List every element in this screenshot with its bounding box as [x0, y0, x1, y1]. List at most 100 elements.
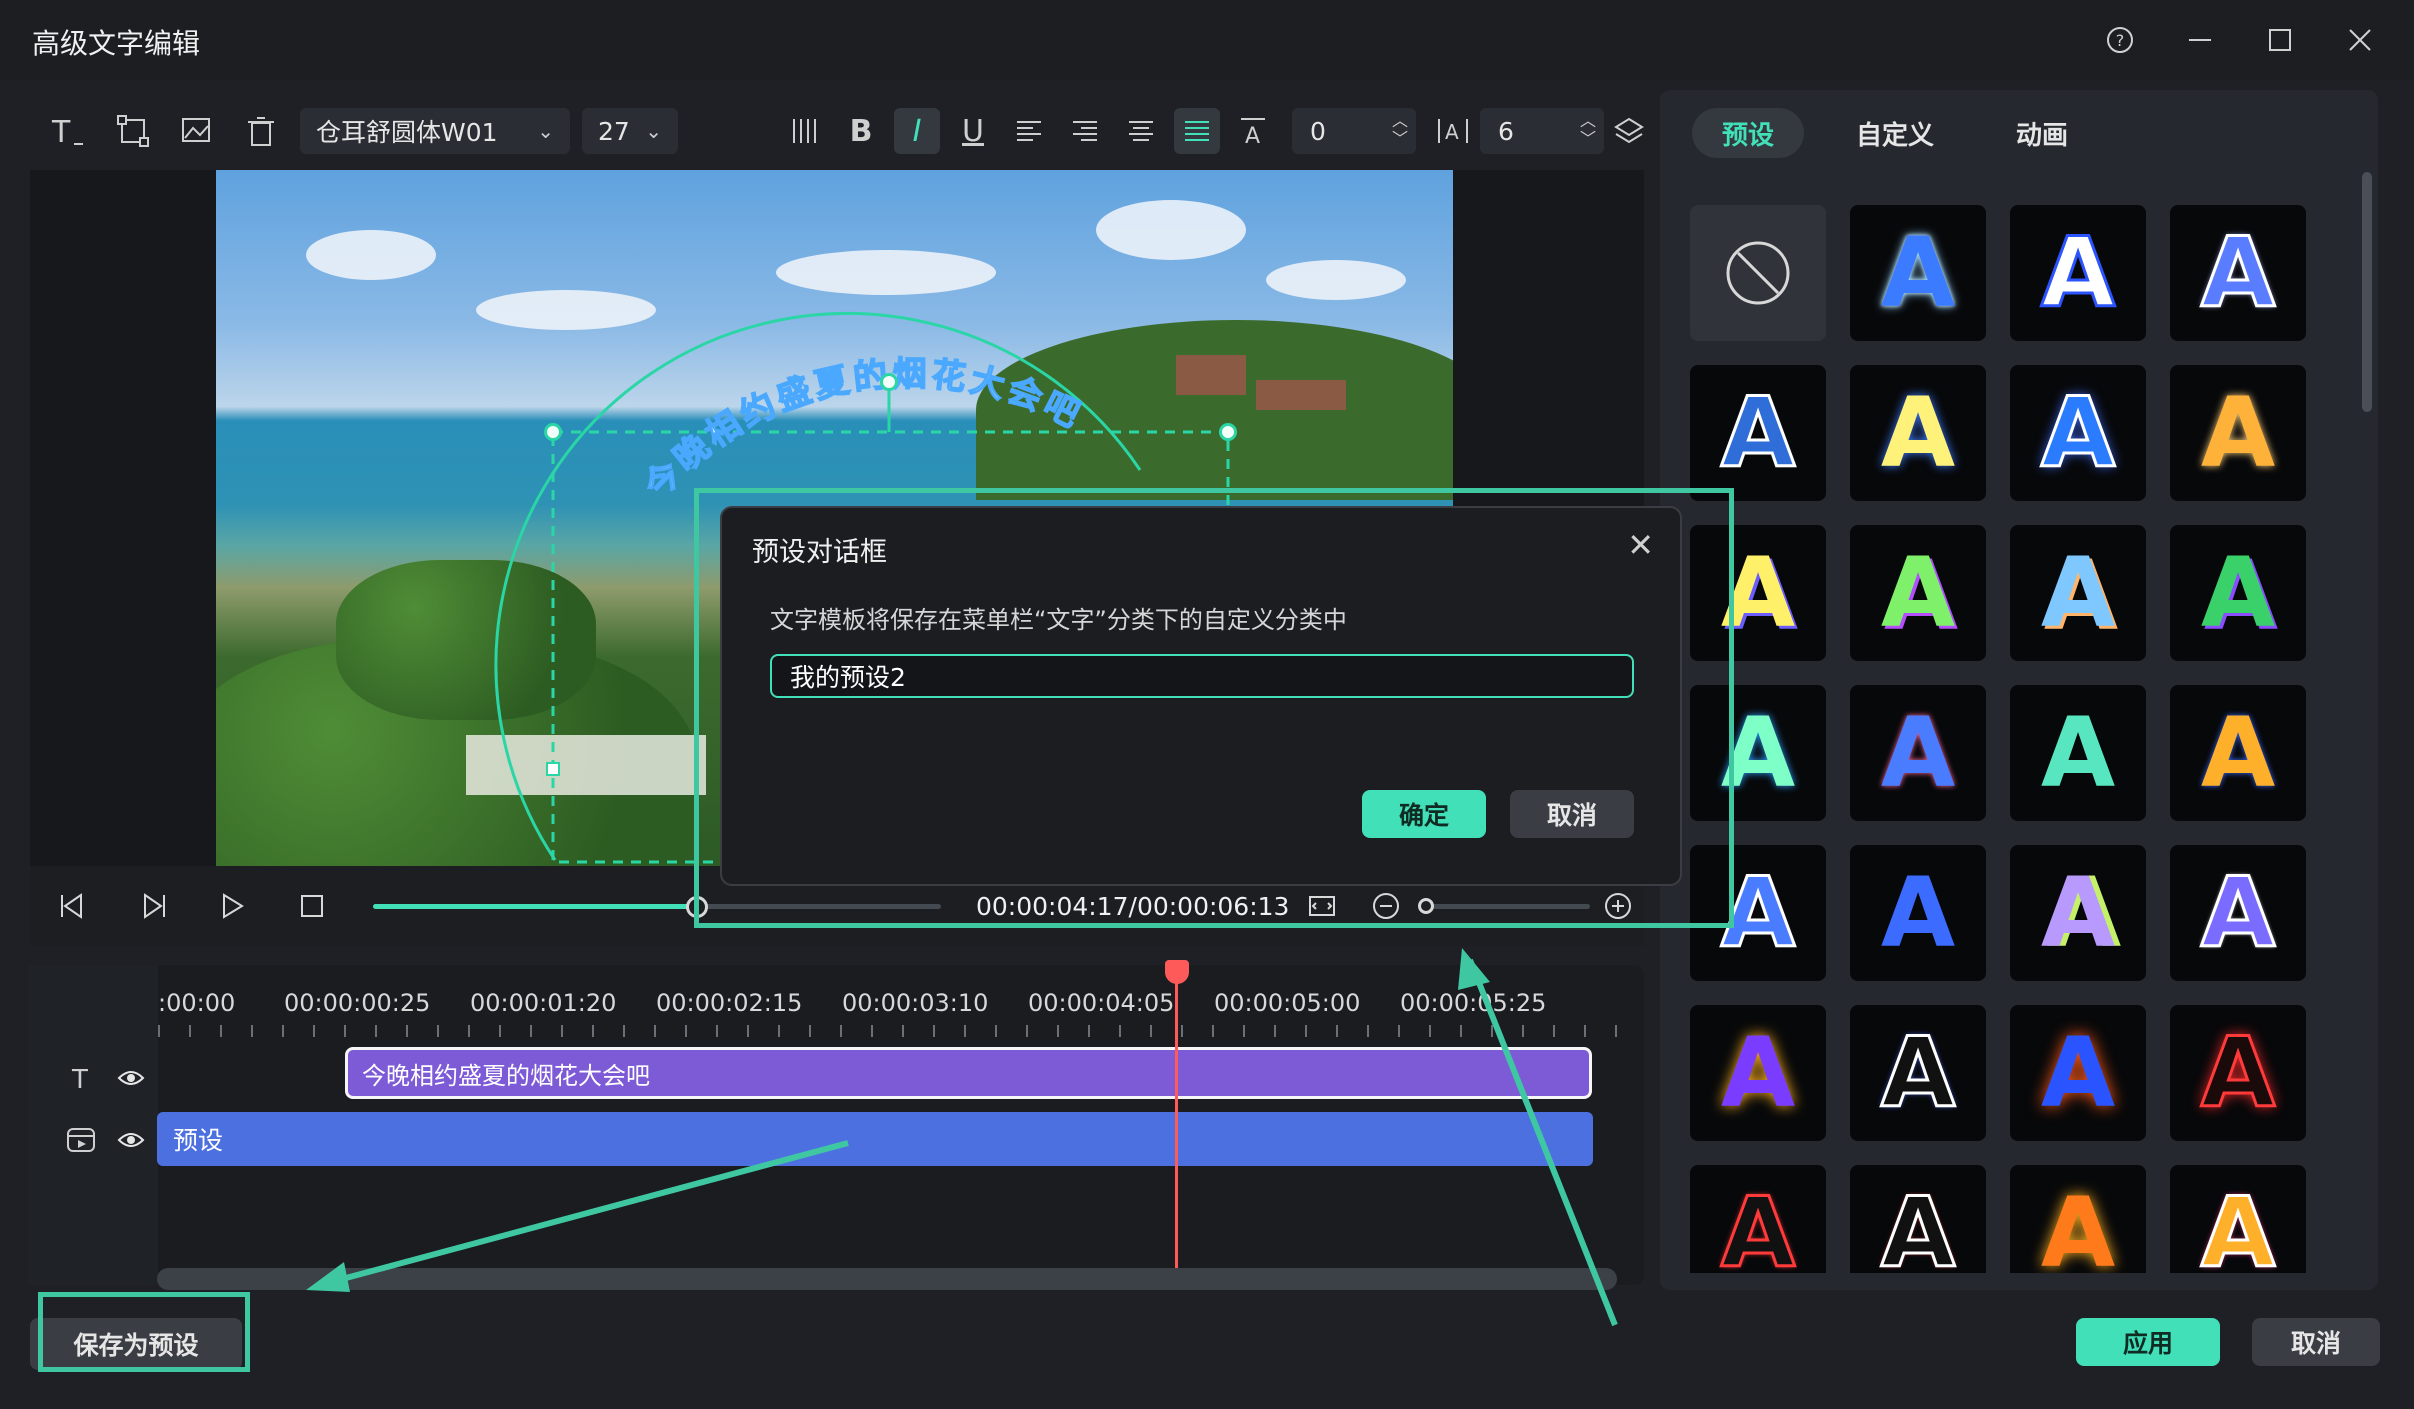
preset-style-thumbnail[interactable]: A [1850, 205, 1986, 341]
preset-style-thumbnail[interactable]: A [2010, 1165, 2146, 1273]
resort-building [1256, 380, 1346, 410]
align-right-icon[interactable] [1062, 108, 1108, 154]
preset-style-thumbnail[interactable]: A [1850, 365, 1986, 501]
preset-style-thumbnail[interactable]: A [1850, 525, 1986, 661]
ruler-tick [158, 1025, 160, 1037]
preset-style-thumbnail[interactable]: A [1850, 1165, 1986, 1273]
close-icon[interactable] [2338, 18, 2382, 62]
ruler-tick [1119, 1025, 1121, 1037]
dialog-close-icon[interactable]: ✕ [1627, 526, 1654, 564]
timeline-scrollbar[interactable] [157, 1268, 1617, 1290]
ruler-label: 00:00:05:00 [1214, 989, 1361, 1017]
midpoint-handle[interactable] [546, 762, 560, 776]
align-left-icon[interactable] [1006, 108, 1052, 154]
preset-style-thumbnail[interactable]: A [2010, 365, 2146, 501]
preset-style-thumbnail[interactable]: A [1850, 1005, 1986, 1141]
align-justify-icon[interactable] [1174, 108, 1220, 154]
preset-letter-icon: A [2040, 857, 2116, 969]
align-center-icon[interactable] [1118, 108, 1164, 154]
ruler-tick [437, 1025, 439, 1037]
ruler-tick [1057, 1025, 1059, 1037]
prev-frame-icon[interactable] [52, 886, 92, 926]
preset-style-thumbnail[interactable]: A [2010, 525, 2146, 661]
ruler-tick [747, 1025, 749, 1037]
playhead-handle[interactable] [1165, 960, 1189, 984]
stop-icon[interactable] [292, 886, 332, 926]
preset-letter-icon: A [1880, 857, 1956, 969]
line-spacing-stepper[interactable]: 6 ︿ ﹀ [1480, 108, 1604, 154]
ruler-label: 00:00:05:25 [1400, 989, 1547, 1017]
ruler-tick [375, 1025, 377, 1037]
preset-style-thumbnail[interactable]: A [2170, 685, 2306, 821]
italic-icon[interactable]: I [894, 108, 940, 154]
preset-style-thumbnail[interactable]: A [1690, 1005, 1826, 1141]
preset-style-thumbnail[interactable]: A [2170, 365, 2306, 501]
preset-clip[interactable]: 预设 [157, 1112, 1593, 1166]
preset-scrollbar[interactable] [2362, 172, 2372, 412]
preset-style-thumbnail[interactable]: A [2170, 525, 2306, 661]
line-spacing-icon: A [1430, 108, 1476, 154]
apply-button[interactable]: 应用 [2076, 1318, 2220, 1366]
preset-letter-icon: A [2200, 537, 2276, 649]
rotate-handle[interactable] [880, 373, 898, 391]
cloud [776, 250, 996, 295]
preset-style-thumbnail[interactable]: A [2010, 685, 2146, 821]
ruler-tick [1398, 1025, 1400, 1037]
help-icon[interactable]: ? [2098, 18, 2142, 62]
preset-style-thumbnail[interactable]: A [1690, 1165, 1826, 1273]
play-icon[interactable] [212, 886, 252, 926]
transform-icon[interactable] [110, 108, 156, 154]
preset-letter-icon: A [2039, 376, 2116, 491]
preset-style-thumbnail[interactable]: A [2170, 1165, 2306, 1273]
preset-style-thumbnail[interactable]: A [2010, 205, 2146, 341]
svg-text:A: A [1245, 124, 1260, 147]
tab-presets[interactable]: 预设 [1692, 108, 1804, 158]
preset-style-thumbnail[interactable]: A [2170, 845, 2306, 981]
stepper-arrows-icon[interactable]: ︿ ﹀ [1580, 112, 1596, 148]
image-add-icon[interactable] [174, 108, 220, 154]
preset-none[interactable] [1690, 205, 1826, 341]
dialog-cancel-button[interactable]: 取消 [1510, 790, 1634, 838]
maximize-icon[interactable] [2258, 18, 2302, 62]
next-frame-icon[interactable] [132, 886, 172, 926]
ruler-tick [1429, 1025, 1431, 1037]
layers-icon[interactable] [1606, 108, 1652, 154]
font-size-select[interactable]: 27 ⌄ [582, 108, 678, 154]
dialog-confirm-button[interactable]: 确定 [1362, 790, 1486, 838]
tab-custom[interactable]: 自定义 [1832, 108, 1958, 158]
underline-icon[interactable]: U [950, 108, 996, 154]
columns-icon[interactable] [782, 108, 828, 154]
preset-letter-icon: A [1880, 217, 1956, 329]
preset-name-input[interactable] [770, 654, 1634, 698]
preset-style-thumbnail[interactable]: A [2170, 1005, 2306, 1141]
ruler-label: 00:00:04:05 [1028, 989, 1175, 1017]
cloud [1096, 200, 1246, 260]
preset-letter-icon: A [1719, 376, 1796, 491]
cancel-button[interactable]: 取消 [2252, 1318, 2380, 1366]
resize-handle[interactable] [1219, 423, 1237, 441]
preset-style-thumbnail[interactable]: A [2170, 205, 2306, 341]
preset-style-thumbnail[interactable]: A [1850, 685, 1986, 821]
playhead[interactable] [1175, 960, 1178, 1290]
eye-icon[interactable] [108, 1055, 154, 1101]
eye-icon[interactable] [108, 1117, 154, 1163]
text-clip[interactable]: 今晚相约盛夏的烟花大会吧 [345, 1047, 1592, 1099]
preset-style-thumbnail[interactable]: A [1690, 365, 1826, 501]
resize-handle[interactable] [544, 423, 562, 441]
preset-style-thumbnail[interactable]: A [2010, 845, 2146, 981]
preset-letter-icon: A [2199, 216, 2276, 331]
char-spacing-stepper[interactable]: 0 ︿ ﹀ [1292, 108, 1416, 154]
font-family-select[interactable]: 仓耳舒圆体W01 ⌄ [300, 108, 570, 154]
bold-icon[interactable]: B [838, 108, 884, 154]
trash-icon[interactable] [238, 108, 284, 154]
window-title: 高级文字编辑 [32, 27, 201, 60]
text-add-icon[interactable]: T [44, 108, 90, 154]
ruler-label: 00:00:00:25 [284, 989, 431, 1017]
preset-letter-icon: A [2040, 1017, 2116, 1129]
style-panel: 预设 自定义 动画 AAAAAAAAAAAAAAAAAAAAAAAAAAA [1660, 90, 2378, 1290]
minimize-icon[interactable] [2178, 18, 2222, 62]
preset-style-thumbnail[interactable]: A [1850, 845, 1986, 981]
stepper-arrows-icon[interactable]: ︿ ﹀ [1392, 112, 1408, 148]
tab-animation[interactable]: 动画 [1986, 108, 2098, 158]
preset-style-thumbnail[interactable]: A [2010, 1005, 2146, 1141]
